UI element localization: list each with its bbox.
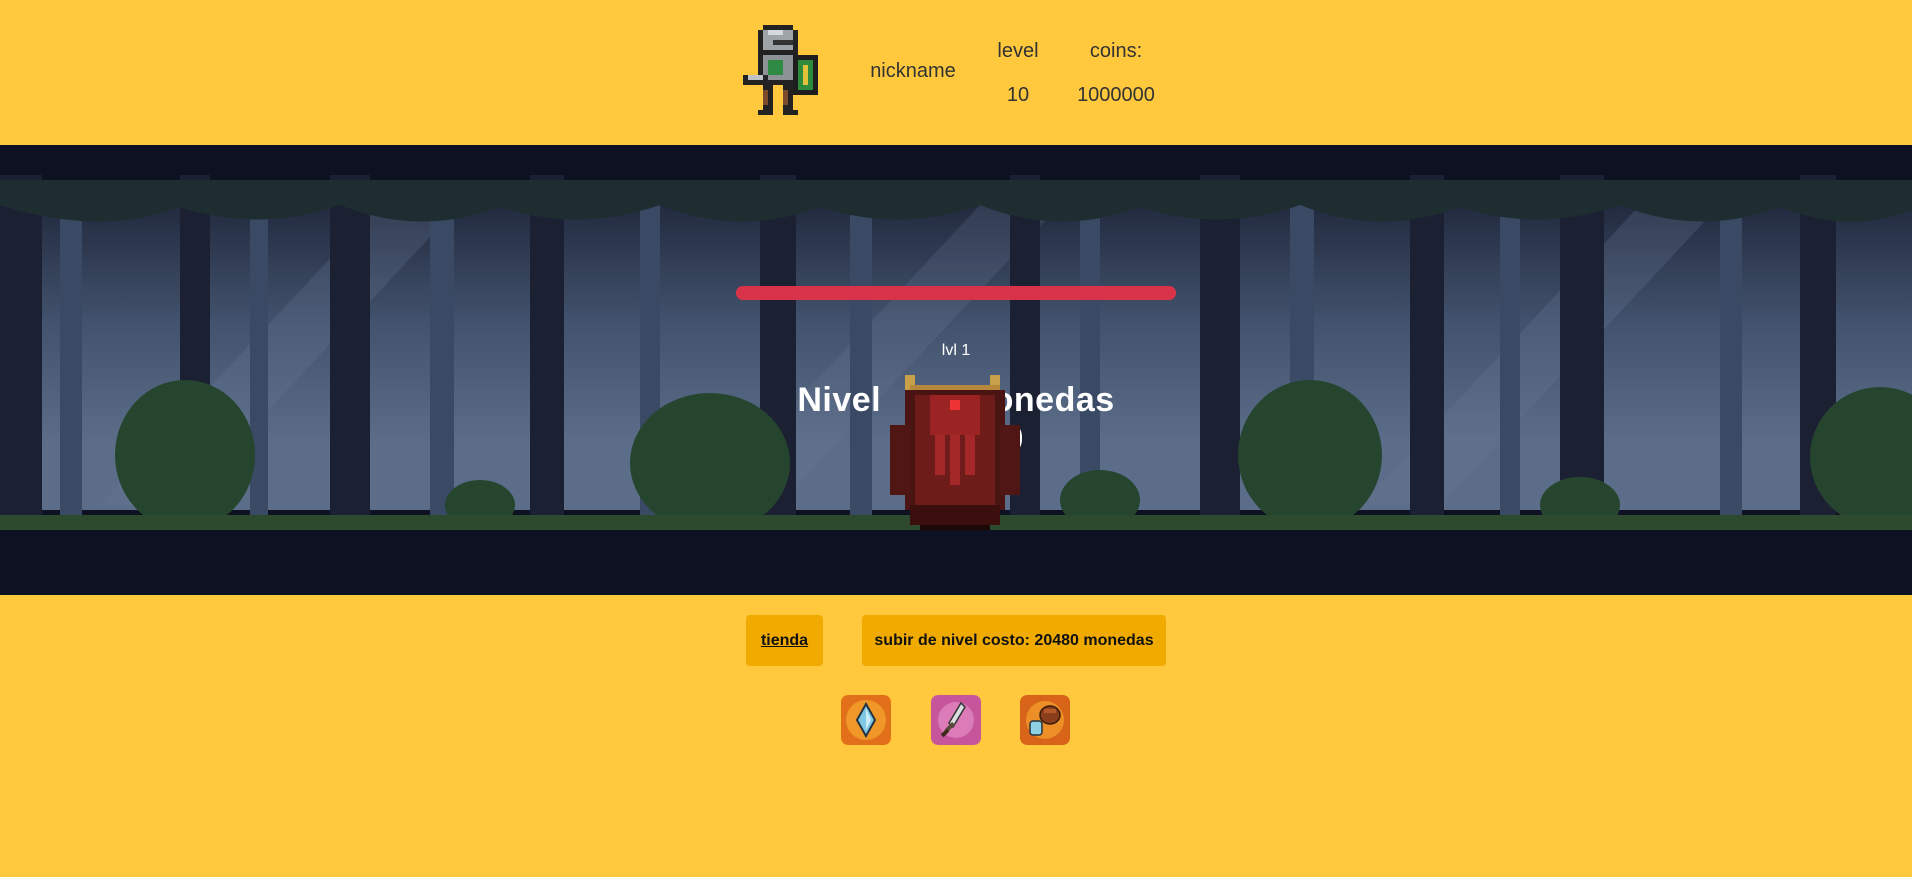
coins-value: 1000000: [1077, 84, 1155, 106]
enemy-health-fill: [736, 286, 1176, 300]
player-header: nickname level 10 coins: 1000000: [0, 0, 1912, 145]
battle-scene: Nivel 10 Monedas 1000000 lvl 1: [0, 145, 1912, 595]
level-up-button[interactable]: subir de nivel costo: 20480 monedas: [862, 615, 1166, 666]
coins-label: coins:: [1089, 40, 1143, 62]
level-label: level: [997, 40, 1039, 62]
crystal-gem-icon[interactable]: [841, 695, 891, 745]
knight-avatar-icon: [738, 20, 828, 120]
level-value: 10: [1006, 84, 1030, 106]
enemy-health-bar: [736, 286, 1176, 300]
player-nickname: nickname: [870, 60, 956, 82]
red-demon-enemy-icon[interactable]: [880, 375, 1030, 530]
enemy-level-label: lvl 1: [941, 342, 971, 359]
shop-button[interactable]: tienda: [746, 615, 823, 666]
fist-potion-icon[interactable]: [1020, 695, 1070, 745]
sword-icon[interactable]: [931, 695, 981, 745]
hud-level-label: Nivel: [797, 381, 882, 419]
